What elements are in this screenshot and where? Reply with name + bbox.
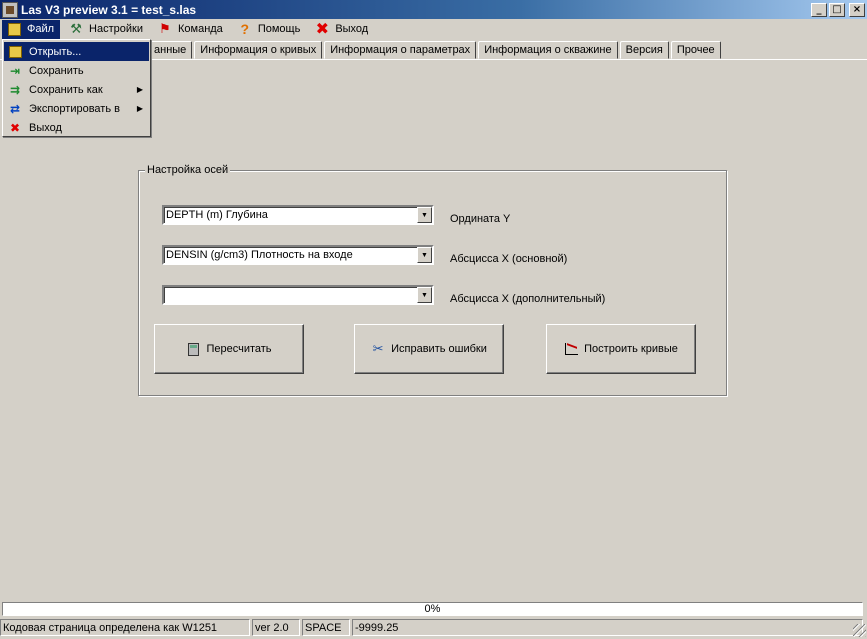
resize-grip-icon[interactable]	[853, 624, 866, 637]
menu-command-label: Команда	[177, 23, 223, 35]
open-folder-icon	[7, 44, 23, 60]
chevron-down-icon[interactable]: ▼	[417, 247, 432, 263]
export-icon: ⇄	[9, 101, 21, 116]
save-as-icon: ⇉	[9, 82, 21, 97]
menu-file-label: Файл	[27, 23, 55, 35]
status-bar: Кодовая страница определена как W1251 ve…	[0, 619, 867, 638]
status-delimiter: SPACE	[302, 619, 350, 636]
file-menu-save-label: Сохранить	[29, 64, 84, 77]
x-axis-main-label: Абсцисса X (основной)	[450, 253, 568, 265]
file-menu-exit[interactable]: ✖ Выход	[4, 118, 149, 137]
close-button[interactable]: ×	[849, 2, 865, 17]
menu-file[interactable]: Файл	[2, 19, 61, 39]
y-axis-value: DEPTH (m) Глубина	[166, 209, 268, 221]
recalc-label: Пересчитать	[206, 343, 272, 355]
x-axis-extra-select[interactable]: ▼	[162, 285, 434, 305]
file-menu-dropdown: Открыть... ⇥ Сохранить ⇉ Сохранить как ▶…	[2, 39, 151, 137]
progress-text: 0%	[424, 603, 441, 615]
exit-x-icon: ✖	[9, 120, 21, 135]
menu-bar: Файл ⚒ Настройки ⚑ Команда ? Помощь ✖ Вы…	[0, 19, 867, 39]
tab-well-info[interactable]: Информация о скважине	[478, 41, 618, 59]
tab-curves-info[interactable]: Информация о кривых	[194, 41, 323, 59]
x-axis-extra-label: Абсцисса X (дополнительный)	[450, 293, 606, 305]
axes-settings-legend: Настройка осей	[145, 164, 231, 176]
recalc-button[interactable]: Пересчитать	[154, 324, 304, 374]
menu-help[interactable]: ? Помощь	[233, 20, 307, 39]
fix-errors-label: Исправить ошибки	[391, 343, 487, 355]
save-icon: ⇥	[9, 63, 21, 78]
fix-errors-button[interactable]: ✂ Исправить ошибки	[354, 324, 504, 374]
status-codepage: Кодовая страница определена как W1251	[0, 619, 250, 636]
window-controls: _ □ ×	[811, 2, 865, 17]
question-icon: ?	[240, 21, 250, 37]
file-menu-open-label: Открыть...	[29, 45, 82, 58]
file-icon	[6, 21, 22, 37]
maximize-button[interactable]: □	[829, 2, 845, 17]
title-bar: Las V3 preview 3.1 = test_s.las _ □ ×	[0, 0, 867, 19]
menu-settings-label: Настройки	[89, 23, 143, 35]
flag-icon: ⚑	[159, 21, 171, 36]
y-axis-select[interactable]: DEPTH (m) Глубина ▼	[162, 205, 434, 225]
file-menu-save-as[interactable]: ⇉ Сохранить как ▶	[4, 80, 149, 99]
status-null-value: -9999.25	[352, 619, 863, 636]
tab-params-info[interactable]: Информация о параметрах	[324, 41, 477, 59]
app-icon[interactable]	[2, 1, 18, 18]
file-menu-exit-label: Выход	[29, 121, 62, 134]
file-menu-open[interactable]: Открыть...	[4, 42, 149, 61]
wrench-icon: ⚒	[70, 21, 82, 36]
menu-exit[interactable]: ✖ Выход	[310, 20, 374, 39]
file-menu-save[interactable]: ⇥ Сохранить	[4, 61, 149, 80]
chevron-down-icon[interactable]: ▼	[417, 287, 432, 303]
menu-settings[interactable]: ⚒ Настройки	[64, 20, 149, 39]
tools-icon: ✂	[372, 341, 384, 356]
menu-help-label: Помощь	[257, 23, 301, 35]
menu-exit-label: Выход	[335, 23, 369, 35]
chevron-down-icon[interactable]: ▼	[417, 207, 432, 223]
file-menu-export-label: Экспортировать в	[29, 102, 120, 115]
file-menu-export[interactable]: ⇄ Экспортировать в ▶	[4, 99, 149, 118]
tab-version[interactable]: Версия	[619, 41, 669, 59]
y-axis-label: Ордината Y	[450, 213, 511, 225]
chart-icon	[564, 342, 578, 356]
exit-x-icon: ✖	[315, 21, 330, 38]
x-axis-main-value: DENSIN (g/cm3) Плотность на входе	[166, 249, 353, 261]
menu-command[interactable]: ⚑ Команда	[153, 20, 229, 39]
build-curves-button[interactable]: Построить кривые	[546, 324, 696, 374]
submenu-arrow-icon: ▶	[136, 85, 143, 94]
tab-data[interactable]: анные	[148, 41, 193, 59]
progress-bar: 0%	[2, 602, 863, 616]
x-axis-main-select[interactable]: DENSIN (g/cm3) Плотность на входе ▼	[162, 245, 434, 265]
file-menu-save-as-label: Сохранить как	[29, 83, 103, 96]
build-curves-label: Построить кривые	[584, 343, 678, 355]
tab-other[interactable]: Прочее	[670, 41, 721, 59]
axes-settings-group: Настройка осей DEPTH (m) Глубина ▼ Ордин…	[138, 164, 727, 396]
status-version: ver 2.0	[252, 619, 300, 636]
minimize-button[interactable]: _	[811, 2, 827, 17]
window-title: Las V3 preview 3.1 = test_s.las	[21, 2, 197, 17]
submenu-arrow-icon: ▶	[136, 104, 143, 113]
calculator-icon	[186, 342, 200, 356]
